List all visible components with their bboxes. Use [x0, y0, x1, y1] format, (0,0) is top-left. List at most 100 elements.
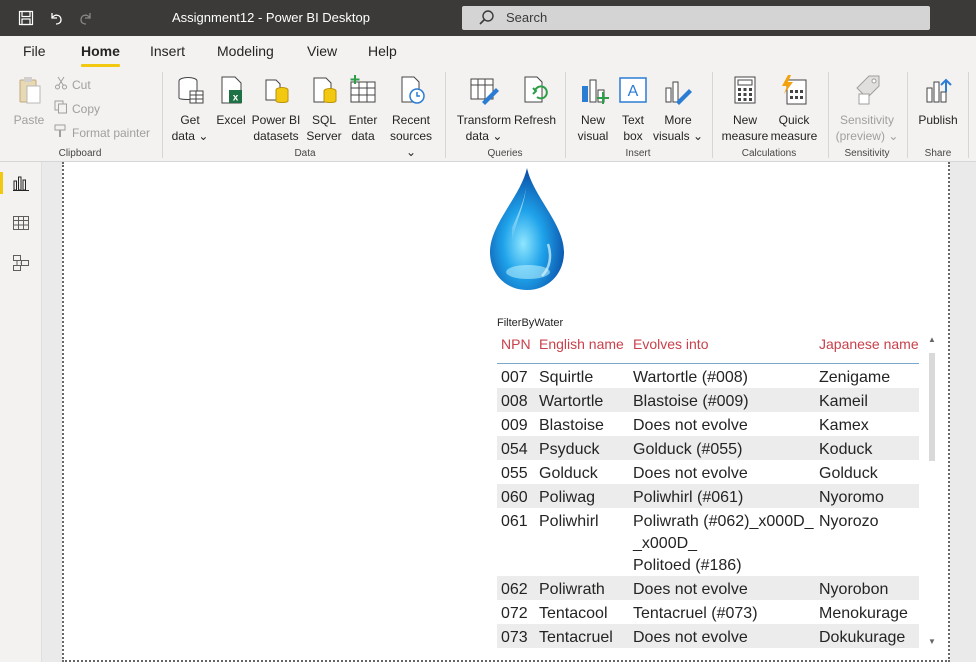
group-divider	[445, 72, 446, 158]
chevron-down-icon: ⌄	[492, 129, 503, 143]
sql-server-button[interactable]: SQL Server	[304, 74, 344, 144]
datasets-label-2: datasets	[253, 129, 299, 143]
table-row[interactable]: 062 Poliwrath Does not evolve Nyorobon	[497, 576, 919, 600]
column-header-english-name[interactable]: English name	[539, 336, 624, 352]
excel-button[interactable]: x Excel	[214, 74, 248, 128]
power-bi-datasets-button[interactable]: Power BI datasets	[250, 74, 302, 144]
chevron-down-icon: ⌄	[888, 129, 899, 143]
text-box-icon: A	[619, 77, 647, 103]
chevron-down-icon: ⌄	[405, 145, 417, 159]
menu-help[interactable]: Help	[368, 43, 397, 59]
table-row[interactable]: 060 Poliwag Poliwhirl (#061) Nyoromo	[497, 484, 919, 508]
cell-evolves-into: Poliwrath (#062)_x000D_ _x000D_ Politoed…	[633, 511, 814, 577]
publish-button[interactable]: Publish	[914, 74, 962, 128]
table-row[interactable]: 054 Psyduck Golduck (#055) Koduck	[497, 436, 919, 460]
model-view-icon[interactable]	[12, 254, 32, 274]
cut-icon	[54, 76, 68, 93]
recent-sources-button[interactable]: Recent sources ⌄	[384, 74, 438, 160]
menu-insert[interactable]: Insert	[150, 43, 185, 59]
cell-npn: 073	[501, 629, 528, 646]
search-input[interactable]: Search	[462, 6, 930, 30]
refresh-button[interactable]: Refresh	[514, 74, 557, 128]
group-label-insert: Insert	[625, 148, 651, 159]
cell-npn: 055	[501, 465, 528, 482]
scroll-down-icon[interactable]: ▼	[928, 637, 936, 646]
format-painter-button[interactable]: Format painter	[54, 124, 150, 141]
menu-view[interactable]: View	[307, 43, 337, 59]
column-header-npn[interactable]: NPN	[501, 336, 531, 352]
cell-evolves-line: Poliwrath (#062)_x000D_	[633, 513, 814, 530]
refresh-label: Refresh	[514, 113, 557, 127]
cell-npn: 009	[501, 417, 528, 434]
sql-label-2: Server	[306, 129, 342, 143]
search-placeholder: Search	[506, 10, 548, 25]
copy-label: Copy	[72, 101, 101, 116]
table-visual[interactable]: NPN English name Evolves into Japanese n…	[497, 332, 929, 650]
table-row[interactable]: 007 Squirtle Wartortle (#008) Zenigame	[497, 364, 919, 388]
cell-japanese-name: Nyorobon	[819, 581, 889, 598]
report-view-icon[interactable]	[12, 174, 32, 194]
get-data-button[interactable]: Get data ⌄	[168, 74, 212, 144]
save-icon[interactable]	[16, 8, 36, 28]
cell-japanese-name: Zenigame	[819, 369, 891, 386]
data-view-icon[interactable]	[12, 214, 32, 234]
cell-evolves-into: Does not evolve	[633, 465, 748, 482]
column-header-evolves-into[interactable]: Evolves into	[633, 336, 708, 352]
more-visuals-label-2: visuals ⌄	[652, 128, 704, 144]
table-scrollbar[interactable]: ▲ ▼	[928, 335, 936, 649]
table-row[interactable]: 055 Golduck Does not evolve Golduck	[497, 460, 919, 484]
transform-label-text: data	[465, 129, 489, 143]
cell-english-name: Wartortle	[539, 393, 604, 410]
table-row[interactable]: 008 Wartortle Blastoise (#009) Kameil	[497, 388, 919, 412]
table-row[interactable]: 009 Blastoise Does not evolve Kamex	[497, 412, 919, 436]
table-row[interactable]: 061 Poliwhirl Poliwrath (#062)_x000D_ _x…	[497, 508, 919, 576]
text-box-label-1: Text	[621, 113, 644, 127]
cell-evolves-into: Wartortle (#008)	[633, 369, 748, 386]
new-visual-button[interactable]: New visual	[574, 74, 612, 144]
copy-button[interactable]: Copy	[54, 100, 100, 117]
quick-measure-label-2: measure	[770, 129, 818, 143]
scroll-up-icon[interactable]: ▲	[928, 335, 936, 344]
report-page[interactable]: FilterByWater NPN English name Evolves i…	[62, 162, 950, 662]
quick-measure-button[interactable]: Quick measure	[770, 74, 818, 144]
text-box-button[interactable]: A Text box	[614, 74, 652, 144]
quick-measure-label-1: Quick	[778, 113, 810, 127]
paste-button[interactable]: Paste	[10, 74, 48, 128]
bar-chart-icon	[582, 79, 609, 104]
cell-english-name: Blastoise	[539, 417, 604, 434]
view-switcher	[0, 162, 42, 662]
sensitivity-button[interactable]: Sensitivity (preview) ⌄	[834, 74, 900, 144]
chevron-down-icon: ⌄	[198, 129, 209, 143]
more-visuals-button[interactable]: More visuals ⌄	[652, 74, 704, 144]
water-drop-image[interactable]	[488, 166, 566, 297]
enter-data-label-1: Enter	[348, 113, 378, 127]
datasets-label-1: Power BI	[251, 113, 301, 127]
table-row[interactable]: 072 Tentacool Tentacruel (#073) Menokura…	[497, 600, 919, 624]
table-row[interactable]: 073 Tentacruel Does not evolve Dokukurag…	[497, 624, 919, 648]
enter-data-label-2: data	[351, 129, 375, 143]
paste-label: Paste	[13, 113, 45, 127]
redo-icon[interactable]	[76, 8, 96, 28]
scrollbar-thumb[interactable]	[929, 353, 935, 461]
menu-home[interactable]: Home	[81, 43, 120, 59]
active-view-indicator	[0, 172, 3, 194]
new-measure-label-1: New	[732, 113, 757, 127]
column-header-japanese-name[interactable]: Japanese name	[819, 336, 919, 352]
group-label-clipboard: Clipboard	[58, 148, 102, 159]
group-divider	[162, 72, 163, 158]
menu-modeling[interactable]: Modeling	[217, 43, 274, 59]
cut-button[interactable]: Cut	[54, 76, 91, 93]
transform-data-button[interactable]: Transform data ⌄	[455, 74, 513, 144]
get-data-label-2: data ⌄	[168, 128, 212, 144]
database-icon	[178, 77, 204, 104]
new-visual-label-2: visual	[577, 129, 609, 143]
menu-file[interactable]: File	[23, 43, 46, 59]
new-measure-button[interactable]: New measure	[720, 74, 770, 144]
visual-title: FilterByWater	[497, 317, 564, 329]
undo-icon[interactable]	[46, 8, 66, 28]
group-divider	[907, 72, 908, 158]
menu-bar: File Home Insert Modeling View Help	[0, 36, 976, 68]
enter-data-button[interactable]: Enter data	[344, 74, 382, 144]
group-label-share: Share	[924, 148, 952, 159]
cell-english-name: Tentacool	[539, 605, 608, 622]
